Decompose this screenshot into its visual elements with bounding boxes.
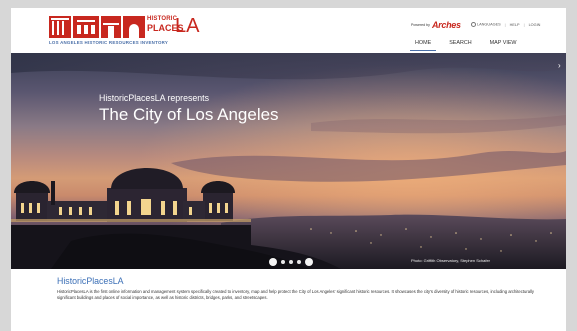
logo-icon-columns: [49, 16, 71, 38]
hero-carousel[interactable]: › HistoricPlacesLA represents The City o…: [11, 53, 566, 269]
hero-title: The City of Los Angeles: [99, 105, 279, 124]
hero-subtitle: HistoricPlacesLA represents: [99, 93, 210, 103]
utility-links: LANGUAGES | HELP | LOGIN: [471, 22, 540, 27]
divider: |: [523, 22, 525, 27]
intro-text: HistoricPlacesLA is the first online inf…: [57, 289, 535, 300]
help-link[interactable]: HELP: [510, 23, 520, 27]
logo-icon-arch: [123, 16, 145, 38]
carousel-dot-3[interactable]: [289, 260, 293, 264]
logo-icon-house: [101, 16, 121, 38]
logo-wordmark: HISTORIC PLACES LA: [147, 16, 199, 36]
logo-icons: [49, 16, 145, 38]
powered-by[interactable]: Powered by Arches: [411, 20, 461, 30]
site-header: HISTORIC PLACES LA LOS ANGELES HISTORIC …: [11, 8, 566, 53]
carousel-pagination: [269, 258, 313, 266]
nav-search[interactable]: SEARCH: [440, 39, 480, 51]
arches-logo: Arches: [431, 20, 461, 30]
powered-by-label: Powered by: [411, 23, 430, 27]
hero-photo: [11, 53, 566, 269]
logo-subtitle: LOS ANGELES HISTORIC RESOURCES INVENTORY: [49, 40, 169, 45]
intro-section: HistoricPlacesLA HistoricPlacesLA is the…: [57, 276, 547, 301]
carousel-dot-1[interactable]: [269, 258, 277, 266]
carousel-dot-4[interactable]: [297, 260, 301, 264]
carousel-dot-2[interactable]: [281, 260, 285, 264]
site-logo[interactable]: HISTORIC PLACES LA LOS ANGELES HISTORIC …: [49, 16, 201, 48]
photo-credit: Photo: Griffith Observatory, Stephen Sch…: [411, 258, 491, 263]
page: HISTORIC PLACES LA LOS ANGELES HISTORIC …: [11, 8, 566, 331]
main-nav: HOME SEARCH MAP VIEW: [406, 39, 526, 51]
nav-map-view[interactable]: MAP VIEW: [481, 39, 526, 51]
logo-icon-building: [73, 16, 99, 38]
login-link[interactable]: LOGIN: [529, 23, 541, 27]
divider: |: [504, 22, 506, 27]
logo-la: LA: [175, 15, 200, 37]
carousel-dot-5[interactable]: [305, 258, 313, 266]
next-slide-icon[interactable]: ›: [558, 61, 561, 70]
intro-title: HistoricPlacesLA: [57, 276, 124, 286]
screenshot-frame: HISTORIC PLACES LA LOS ANGELES HISTORIC …: [0, 0, 577, 331]
nav-home[interactable]: HOME: [406, 39, 440, 51]
languages-link[interactable]: LANGUAGES: [471, 22, 501, 27]
globe-icon: [471, 22, 476, 27]
